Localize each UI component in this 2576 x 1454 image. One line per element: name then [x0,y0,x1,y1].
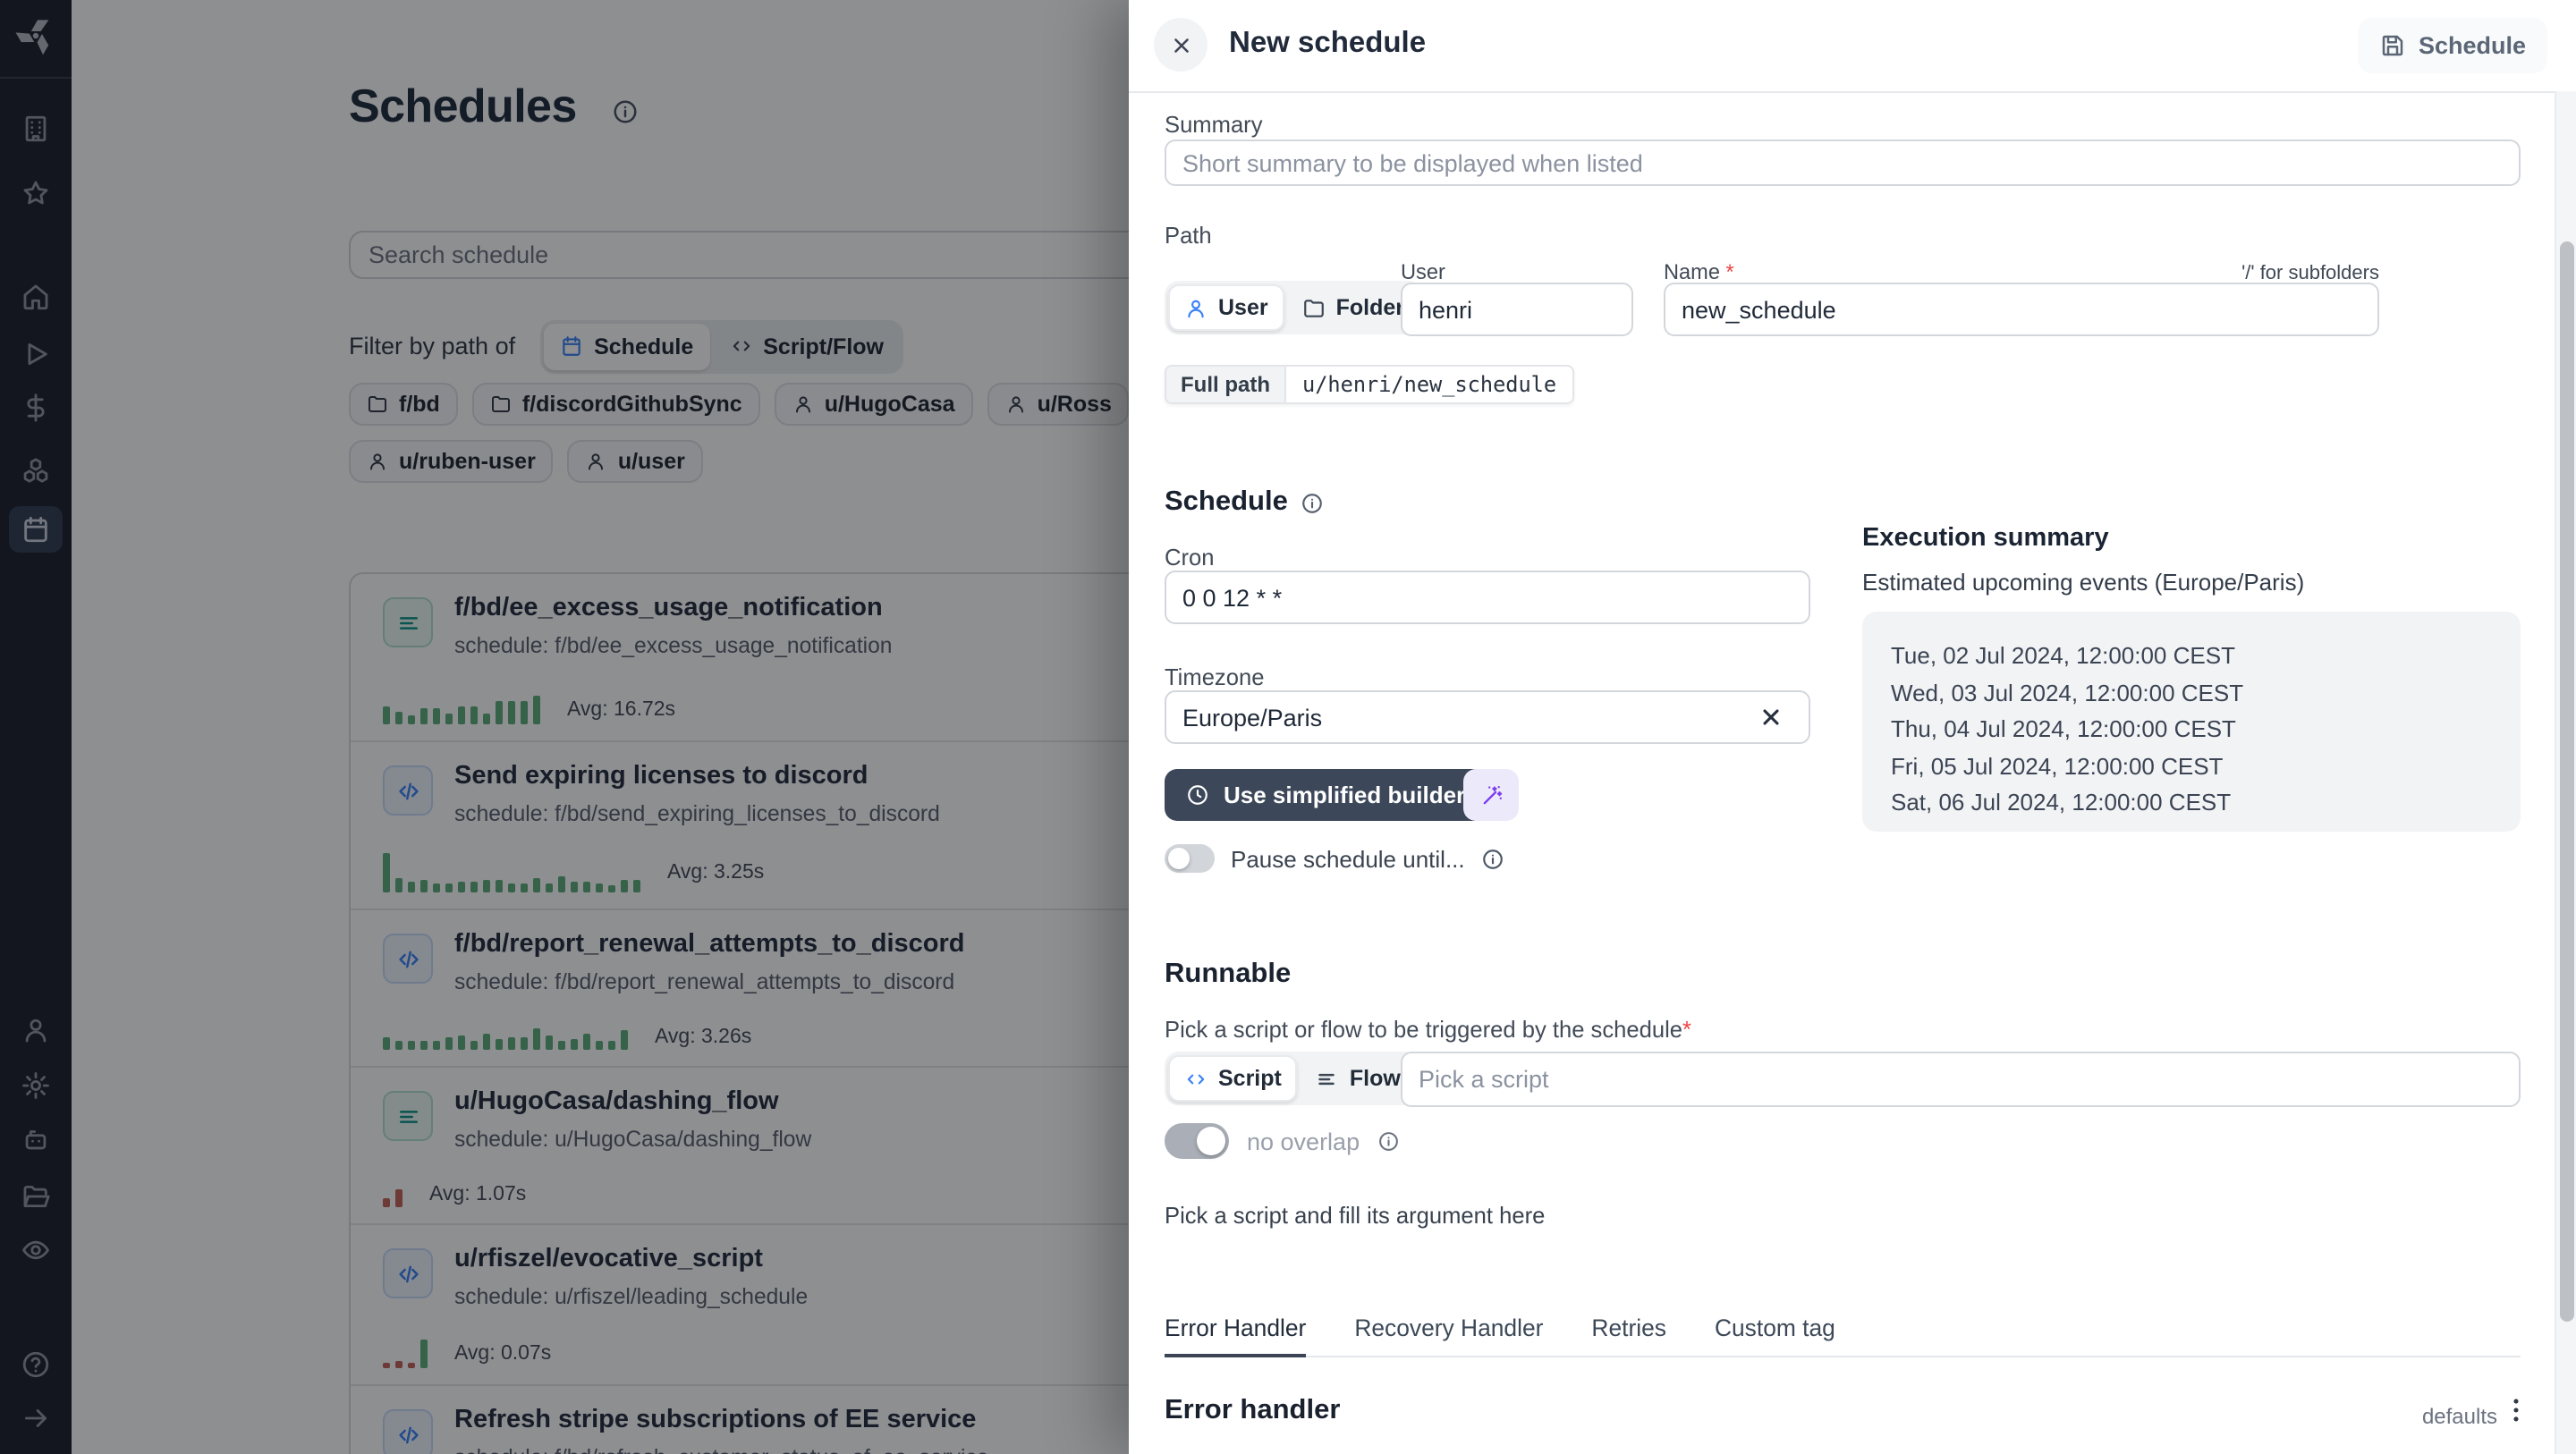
full-path-label: Full path [1165,365,1286,404]
clear-timezone-icon[interactable] [1758,705,1784,730]
owner-toggle: User Folder [1165,281,1422,334]
execution-summary-heading: Execution summary [1862,524,2109,553]
user-field-label: User [1401,259,1445,284]
folder-icon [1302,296,1326,319]
pause-schedule-row: Pause schedule until... [1165,844,1504,873]
tab-custom-tag[interactable]: Custom tag [1715,1315,1835,1356]
drawer-scrollbar[interactable] [2555,91,2576,1454]
runnable-kind-toggle: Script Flow [1165,1052,1419,1105]
user-input[interactable] [1401,283,1633,336]
upcoming-event: Fri, 05 Jul 2024, 12:00:00 CEST [1891,752,2224,779]
tab-recovery-handler[interactable]: Recovery Handler [1354,1315,1543,1356]
args-hint: Pick a script and fill its argument here [1165,1202,1546,1229]
name-input[interactable] [1664,283,2379,336]
runnable-flow-label: Flow [1349,1066,1401,1091]
runnable-section-heading: Runnable [1165,959,1292,989]
upcoming-event: Sat, 06 Jul 2024, 12:00:00 CEST [1891,789,2232,816]
pick-script-label: Pick a script or flow to be triggered by… [1165,1016,1691,1043]
close-button[interactable] [1154,18,1208,72]
summary-label: Summary [1165,111,1263,138]
info-icon[interactable] [1301,491,1324,514]
scrollbar-thumb[interactable] [2560,241,2574,1322]
full-path-value: u/henri/new_schedule [1286,365,1575,404]
close-icon [1169,33,1192,56]
handler-tabs: Error Handler Recovery Handler Retries Cust… [1165,1315,2521,1357]
kebab-menu-icon[interactable] [2501,1395,2531,1425]
clock-icon [1186,783,1209,807]
owner-folder-option[interactable]: Folder [1288,284,1419,331]
ai-cron-button[interactable] [1463,769,1519,821]
summary-input[interactable] [1165,139,2521,186]
magic-wand-icon [1479,782,1504,807]
drawer-header: New schedule Schedule [1129,0,2576,93]
error-handler-heading: Error handler [1165,1395,1341,1425]
user-icon [1184,296,1208,319]
subfolder-hint: '/' for subfolders [2241,263,2379,284]
no-overlap-row: no overlap [1165,1123,1400,1159]
new-schedule-drawer: New schedule Schedule Summary Path User [1129,0,2576,1454]
owner-user-option[interactable]: User [1168,284,1284,331]
defaults-select[interactable]: defaults [2422,1404,2497,1429]
pause-label: Pause schedule until... [1231,845,1465,872]
screen: Schedules Filter by path of Schedule Scr… [0,0,2576,1454]
owner-folder-label: Folder [1335,295,1404,320]
runnable-flow-option[interactable]: Flow [1301,1055,1415,1102]
save-schedule-label: Schedule [2418,32,2526,59]
runnable-script-label: Script [1218,1066,1282,1091]
required-asterisk: * [1725,259,1734,284]
save-schedule-button[interactable]: Schedule [2357,18,2547,73]
name-field-label: Name * [1664,259,1734,284]
pause-toggle[interactable] [1165,844,1215,873]
schedule-section-heading: Schedule [1165,486,1324,519]
full-path: Full path u/henri/new_schedule [1165,365,1575,404]
code-icon [1184,1067,1208,1090]
simplified-builder-label: Use simplified builder [1224,782,1466,808]
drawer-title: New schedule [1229,27,1427,59]
upcoming-event: Thu, 04 Jul 2024, 12:00:00 CEST [1891,715,2236,742]
no-overlap-label: no overlap [1247,1128,1360,1154]
simplified-builder-button[interactable]: Use simplified builder [1165,769,1487,821]
upcoming-event: Wed, 03 Jul 2024, 12:00:00 CEST [1891,679,2244,706]
no-overlap-toggle[interactable] [1165,1123,1229,1159]
runnable-script-option[interactable]: Script [1168,1055,1298,1102]
execution-summary-subheading: Estimated upcoming events (Europe/Paris) [1862,569,2305,596]
tab-error-handler[interactable]: Error Handler [1165,1315,1307,1357]
upcoming-events-box: Tue, 02 Jul 2024, 12:00:00 CEST Wed, 03 J… [1862,612,2521,832]
info-icon[interactable] [1377,1130,1400,1153]
timezone-label: Timezone [1165,664,1265,690]
tab-retries[interactable]: Retries [1591,1315,1666,1356]
info-icon[interactable] [1481,847,1504,870]
cron-input[interactable] [1165,571,1810,624]
flow-icon [1316,1067,1339,1090]
script-picker-input[interactable] [1401,1052,2521,1107]
owner-user-label: User [1218,295,1268,320]
save-icon [2379,32,2406,59]
upcoming-event: Tue, 02 Jul 2024, 12:00:00 CEST [1891,642,2235,669]
path-label: Path [1165,222,1212,249]
timezone-input[interactable] [1165,690,1810,744]
cron-label: Cron [1165,544,1215,571]
